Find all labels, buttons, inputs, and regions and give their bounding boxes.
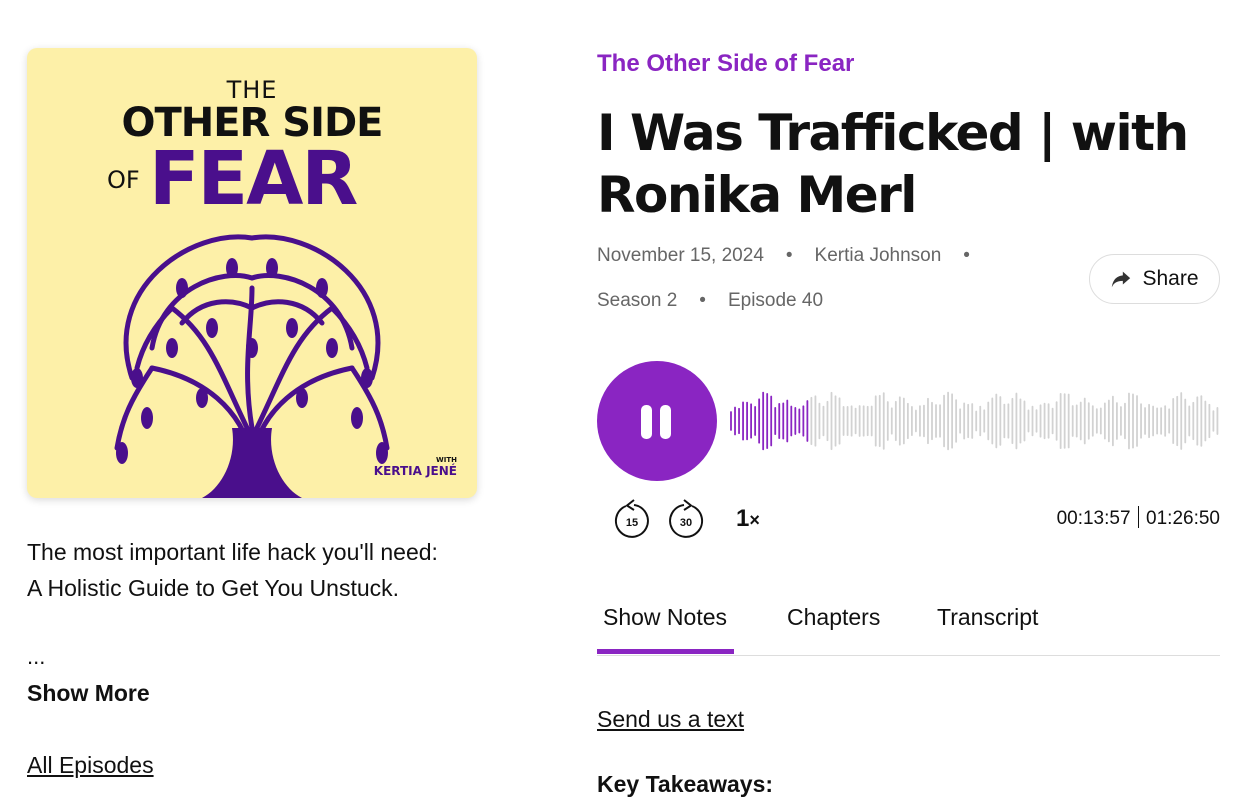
episode-season: Season 2 <box>597 290 678 311</box>
cover-host-name: KERTIA JENÉ <box>373 464 457 478</box>
show-more-button[interactable]: Show More <box>27 680 150 707</box>
skip-forward-30-button[interactable]: 30 <box>666 498 706 542</box>
playback-speed-button[interactable]: 1× <box>736 505 760 533</box>
tree-brain-illustration <box>114 234 390 498</box>
pause-button[interactable] <box>597 361 717 481</box>
episode-meta-line-2: Season 2 • Episode 40 <box>597 290 823 312</box>
podcast-description: The most important life hack you'll need… <box>27 539 438 601</box>
cover-title-of: OF <box>107 166 140 194</box>
share-arrow-icon <box>1112 271 1131 288</box>
pause-icon <box>660 405 671 439</box>
meta-separator: • <box>699 290 706 311</box>
podcast-cover-art: THE OTHER SIDE OF FEAR WITH KERTIA JENÉ <box>27 48 477 498</box>
share-label: Share <box>1142 267 1199 290</box>
description-ellipsis: ... <box>27 644 46 669</box>
episode-number: Episode 40 <box>727 290 824 311</box>
cover-host-credit: WITH KERTIA JENÉ <box>374 456 457 478</box>
duration: 01:26:50 <box>1146 508 1220 529</box>
share-button[interactable]: Share <box>1089 254 1220 304</box>
speed-suffix: × <box>749 510 760 530</box>
meta-separator: • <box>963 245 970 266</box>
audio-waveform-scrubber[interactable] <box>729 386 1220 456</box>
send-us-a-text-link[interactable]: Send us a text <box>597 706 744 733</box>
episode-author: Kertia Johnson <box>814 245 942 266</box>
tab-transcript[interactable]: Transcript <box>937 604 1038 631</box>
playback-time: 00:13:57 01:26:50 <box>1057 506 1220 530</box>
cover-with-label: WITH <box>436 456 457 464</box>
skip-forward-label: 30 <box>680 517 692 529</box>
pause-icon <box>641 405 652 439</box>
tab-show-notes[interactable]: Show Notes <box>596 604 735 654</box>
speed-value: 1 <box>736 505 750 532</box>
episode-title: I Was Trafficked | with Ronika Merl <box>597 104 1189 224</box>
all-episodes-link[interactable]: All Episodes <box>27 752 154 779</box>
podcast-title-link[interactable]: The Other Side of Fear <box>597 50 854 78</box>
episode-tabs: Show Notes Chapters Transcript <box>596 600 1220 656</box>
time-separator <box>1137 506 1140 528</box>
skip-back-label: 15 <box>626 517 638 529</box>
skip-back-15-button[interactable]: 15 <box>612 498 652 542</box>
episode-date: November 15, 2024 <box>597 245 764 266</box>
key-takeaways-heading: Key Takeaways: <box>597 771 774 797</box>
episode-meta-line-1: November 15, 2024 • Kertia Johnson • <box>597 245 992 267</box>
tab-chapters[interactable]: Chapters <box>787 604 880 631</box>
meta-separator: • <box>785 245 793 266</box>
current-time: 00:13:57 <box>1056 508 1131 529</box>
cover-title-fear: FEAR <box>149 136 358 222</box>
